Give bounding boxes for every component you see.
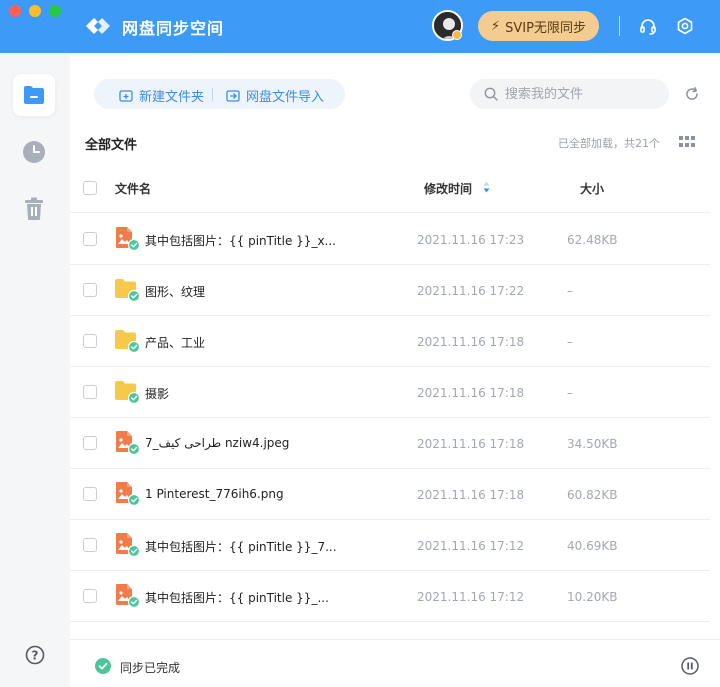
file-row[interactable]: 其中包括图片：{{ pinTitle }}_x... 2021.11.16 17:… [70,214,710,265]
file-row[interactable]: 其中包括图片：{{ pinTitle }}_7... 2021.11.16 17:… [70,520,710,571]
sync-complete-icon [95,658,111,674]
help-button[interactable]: ? [14,634,56,676]
column-header-time[interactable]: 修改时间 [424,180,472,197]
new-folder-label: 新建文件夹 [139,90,205,105]
file-row[interactable]: 摄影 2021.11.16 17:18 – [70,367,710,418]
file-row[interactable]: 1 Pinterest_776ih6.png 2021.11.16 17:18 60… [70,469,710,520]
actions-divider [212,88,213,101]
sidebar-item-recent[interactable] [13,131,55,173]
folder-synced-icon [114,328,142,354]
row-checkbox[interactable] [83,385,97,399]
grid-view-icon[interactable] [679,136,695,148]
file-name[interactable]: 7_طراحی کیف nziw4.jpeg [145,436,289,450]
new-folder-icon [119,89,133,102]
headset-icon[interactable] [639,17,657,35]
svip-label: SVIP无限同步 [505,20,586,36]
select-all-checkbox[interactable] [83,181,97,195]
row-checkbox[interactable] [83,538,97,552]
image-file-synced-icon [114,583,142,609]
search-input[interactable] [505,86,655,102]
file-name[interactable]: 其中包括图片：{{ pinTitle }}_x... [145,232,336,249]
search-icon [484,87,498,101]
image-file-synced-icon [114,430,142,456]
row-checkbox[interactable] [83,232,97,246]
file-modified-time: 2021.11.16 17:18 [417,488,525,502]
file-row[interactable]: 7_طراحی کیف nziw4.jpeg 2021.11.16 17:18 34… [70,418,710,469]
sync-status-bar: 同步已完成 [70,639,720,687]
import-icon [226,89,240,102]
svip-button[interactable]: ⚡ SVIP无限同步 [478,11,599,41]
window-zoom-button[interactable] [49,5,61,17]
file-name[interactable]: 其中包括图片：{{ pinTitle }}_... [145,589,329,606]
search-box [470,79,669,109]
sidebar-item-files[interactable] [13,74,55,116]
file-row[interactable]: 其中包括图片：{{ pinTitle }}_... 2021.11.16 17:1… [70,571,710,622]
window-minimize-button[interactable] [29,5,41,17]
column-header-name[interactable]: 文件名 [115,180,151,197]
folder-icon [24,86,44,104]
vip-badge-icon [452,30,462,40]
app-title: 网盘同步空间 [122,19,225,38]
sort-icon[interactable] [483,181,490,193]
app-logo-icon [86,18,110,34]
file-modified-time: 2021.11.16 17:12 [417,539,525,553]
file-size: 60.82KB [567,488,618,502]
file-modified-time: 2021.11.16 17:23 [417,233,525,247]
file-modified-time: 2021.11.16 17:18 [417,335,525,349]
file-name[interactable]: 产品、工业 [145,334,205,351]
import-button[interactable]: 网盘文件导入 [226,86,324,105]
loaded-count: 已全部加载，共21个 [558,137,660,150]
section-title: 全部文件 [85,138,138,153]
file-size: 34.50KB [567,437,618,451]
file-modified-time: 2021.11.16 17:22 [417,284,525,298]
file-modified-time: 2021.11.16 17:18 [417,386,525,400]
file-actions-bar: 新建文件夹 网盘文件导入 [94,79,345,109]
row-checkbox[interactable] [83,334,97,348]
sidebar-item-trash[interactable] [13,188,55,230]
trash-icon [25,197,43,220]
pause-sync-icon[interactable] [681,657,699,675]
file-row[interactable]: 图形、纹理 2021.11.16 17:22 – [70,265,710,316]
sync-status-text: 同步已完成 [120,661,181,675]
refresh-icon[interactable] [684,86,700,102]
column-header-size[interactable]: 大小 [580,180,604,197]
image-file-synced-icon [114,481,142,507]
file-size: – [567,386,573,400]
help-icon: ? [25,645,45,665]
folder-synced-icon [114,277,142,303]
svg-text:?: ? [32,649,39,663]
new-folder-button[interactable]: 新建文件夹 [119,86,204,105]
file-name[interactable]: 1 Pinterest_776ih6.png [145,487,284,501]
clock-icon [23,141,45,163]
window-close-button[interactable] [9,5,21,17]
row-checkbox[interactable] [83,487,97,501]
header-divider [619,16,620,36]
file-modified-time: 2021.11.16 17:12 [417,590,525,604]
sidebar: ? [0,53,70,687]
file-row[interactable]: 产品、工业 2021.11.16 17:18 – [70,316,710,367]
image-file-synced-icon [114,532,142,558]
folder-synced-icon [114,379,142,405]
image-file-synced-icon [114,226,142,252]
row-checkbox[interactable] [83,283,97,297]
settings-icon[interactable] [676,17,694,35]
file-size: 40.69KB [567,539,618,553]
title-bar: 网盘同步空间 ⚡ SVIP无限同步 [0,0,720,53]
file-modified-time: 2021.11.16 17:18 [417,437,525,451]
file-name[interactable]: 摄影 [145,385,169,402]
file-size: 62.48KB [567,233,618,247]
file-name[interactable]: 图形、纹理 [145,283,205,300]
table-header: 文件名 修改时间 大小 [70,163,710,213]
row-checkbox[interactable] [83,436,97,450]
lightning-icon: ⚡ [491,18,501,34]
file-size: – [567,335,573,349]
file-size: 10.20KB [567,590,618,604]
file-size: – [567,284,573,298]
row-checkbox[interactable] [83,589,97,603]
import-label: 网盘文件导入 [246,90,325,105]
file-name[interactable]: 其中包括图片：{{ pinTitle }}_7... [145,538,337,555]
